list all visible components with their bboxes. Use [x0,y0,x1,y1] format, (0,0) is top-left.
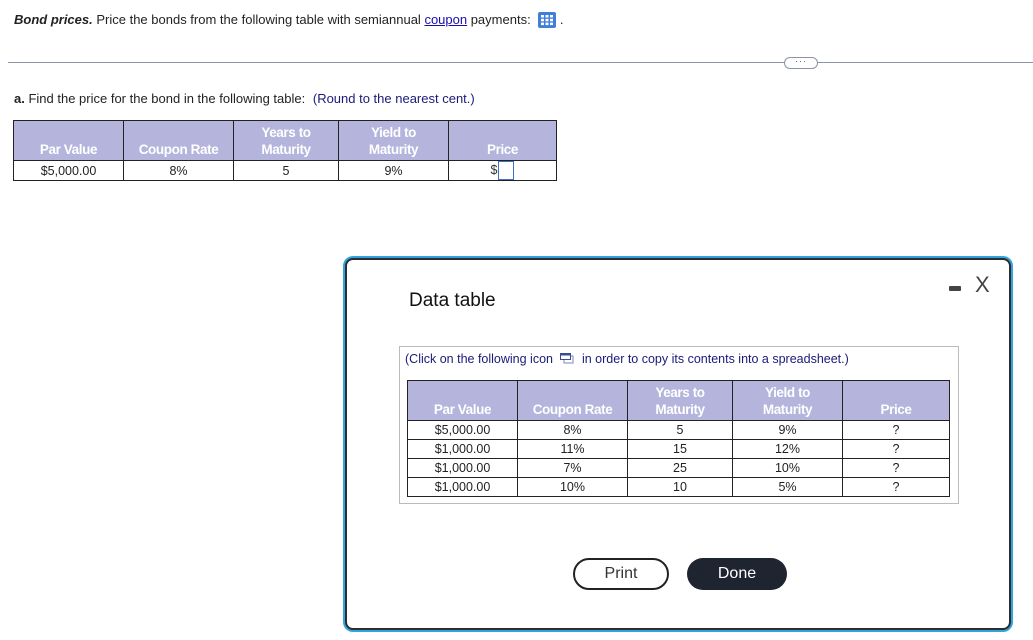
print-button[interactable]: Print [573,558,669,590]
question-text: Price the bonds from the following table… [92,12,425,27]
part-a-label: a. [14,91,25,106]
header-coupon-rate: Coupon Rate [123,120,234,161]
part-a-prompt: a. Find the price for the bond in the fo… [14,91,475,106]
cell-years: 5 [233,159,339,182]
question-trailing: . [559,12,564,27]
header-price: Price [448,120,557,161]
cell-yield: 9% [338,159,449,182]
cell-years: 5 [627,420,733,440]
table-row: $5,000.00 8% 5 9% ? [407,420,950,440]
section-divider [8,62,1033,63]
data-table-dialog: Data table X (Click on the following ico… [345,258,1011,630]
header-yield-to-maturity: Yield to Maturity [338,120,449,161]
cell-years: 25 [627,458,733,478]
close-icon[interactable]: X [975,272,990,298]
cell-par-value: $1,000.00 [407,477,518,497]
dollar-sign: $ [490,163,498,177]
cell-coupon-rate: 8% [517,420,628,440]
cell-par-value: $5,000.00 [407,420,518,440]
question-prompt: Bond prices. Price the bonds from the fo… [14,12,564,28]
header-years-to-maturity: Years to Maturity [627,380,733,421]
done-button[interactable]: Done [687,558,787,590]
header-years-to-maturity: Years to Maturity [233,120,339,161]
cell-par-value: $1,000.00 [407,458,518,478]
table-grid-icon[interactable] [538,12,557,28]
cell-coupon-rate: 10% [517,477,628,497]
cell-price: ? [842,420,950,440]
cell-years: 15 [627,439,733,459]
cell-yield: 10% [732,458,843,478]
header-yield-to-maturity: Yield to Maturity [732,380,843,421]
cell-coupon-rate: 7% [517,458,628,478]
cell-price: $ [448,159,557,182]
dialog-title: Data table [409,290,496,311]
cell-price: ? [842,477,950,497]
cell-price: ? [842,458,950,478]
table-header-row: Par Value Coupon Rate Years to Maturity Y… [13,120,557,161]
question-title: Bond prices. [14,12,93,27]
cell-yield: 5% [732,477,843,497]
rounding-hint: (Round to the nearest cent.) [312,91,475,106]
table-row: $5,000.00 8% 5 9% $ [13,159,557,182]
part-a-text: Find the price for the bond in the follo… [24,91,309,106]
bond-data-table: Par Value Coupon Rate Years to Maturity Y… [407,380,950,497]
header-coupon-rate: Coupon Rate [517,380,628,421]
copy-to-spreadsheet-icon[interactable] [560,353,574,367]
header-price: Price [842,380,950,421]
question-text-after: payments: [467,12,535,27]
cell-coupon-rate: 11% [517,439,628,459]
minimize-icon[interactable] [949,286,961,291]
table-row: $1,000.00 11% 15 12% ? [407,439,950,459]
table-row: $1,000.00 7% 25 10% ? [407,458,950,478]
header-par-value: Par Value [407,380,518,421]
header-par-value: Par Value [13,120,124,161]
cell-yield: 9% [732,420,843,440]
price-input[interactable] [498,161,515,181]
cell-yield: 12% [732,439,843,459]
bond-question-table: Par Value Coupon Rate Years to Maturity Y… [13,120,557,182]
cell-coupon-rate: 8% [123,159,234,182]
coupon-link[interactable]: coupon [424,12,467,27]
cell-par-value: $5,000.00 [13,159,124,182]
cell-par-value: $1,000.00 [407,439,518,459]
cell-years: 10 [627,477,733,497]
table-header-row: Par Value Coupon Rate Years to Maturity Y… [407,380,950,421]
table-row: $1,000.00 10% 10 5% ? [407,477,950,497]
data-table-panel: (Click on the following icon in order to… [399,346,959,504]
copy-instructions: (Click on the following icon in order to… [405,352,849,367]
cell-price: ? [842,439,950,459]
expand-more-button[interactable]: ··· [784,57,818,69]
